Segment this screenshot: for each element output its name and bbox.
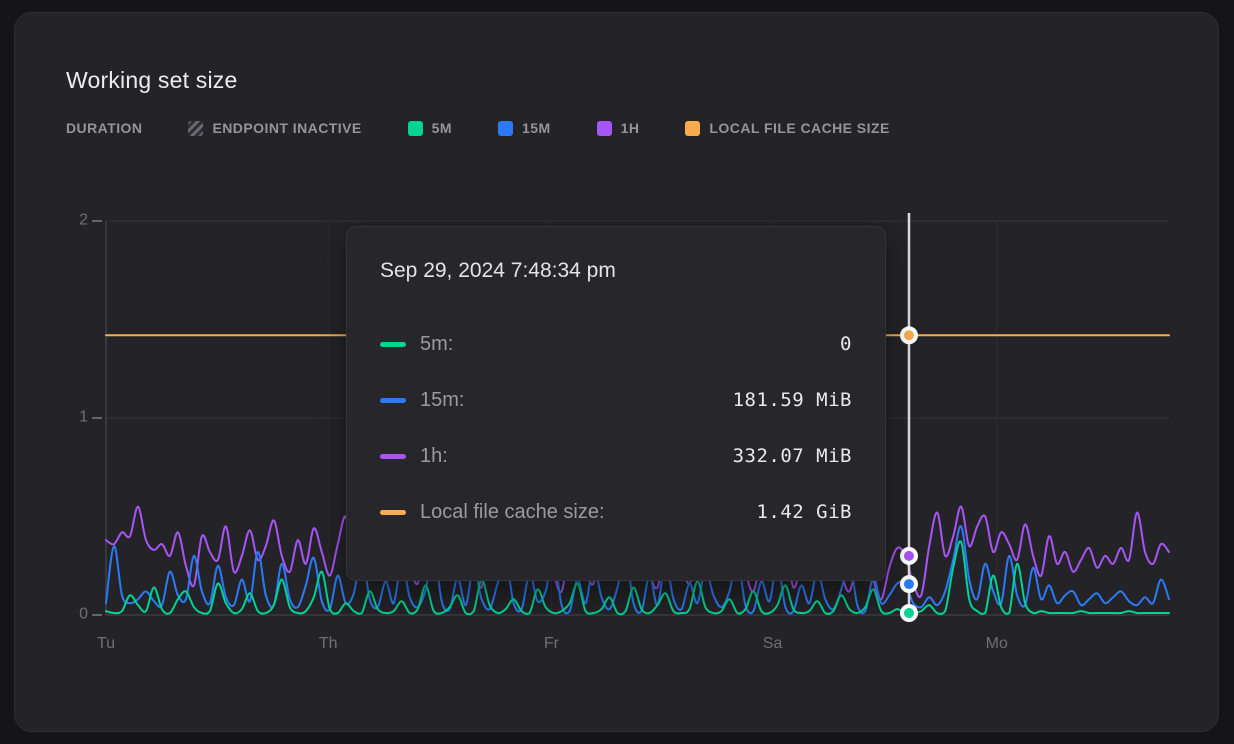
legend-item-label: 1H (621, 120, 640, 136)
tooltip-value: 1.42 GiB (756, 501, 852, 523)
y-axis-tick-label: 1 (58, 409, 88, 427)
tooltip-row-5m: 5m: 0 (380, 331, 852, 357)
tooltip-row-local-file-cache: Local file cache size: 1.42 GiB (380, 499, 852, 525)
15m-swatch-icon (498, 121, 513, 136)
chart-tooltip: Sep 29, 2024 7:48:34 pm 5m: 0 15m: 181.5… (346, 226, 886, 581)
tooltip-value: 0 (840, 333, 852, 355)
legend-item-15m[interactable]: 15M (498, 120, 551, 136)
y-axis-tick-label: 2 (58, 212, 88, 230)
x-axis-tick-label: Th (319, 635, 338, 653)
x-axis-tick-label: Fr (544, 635, 559, 653)
chart-legend: DURATION ENDPOINT INACTIVE 5M 15M 1H LOC… (66, 120, 1218, 136)
5m-swatch-icon (408, 121, 423, 136)
legend-item-label: LOCAL FILE CACHE SIZE (709, 120, 889, 136)
1h-dash-icon (380, 454, 406, 459)
endpoint-inactive-hatched-icon (188, 121, 203, 136)
tooltip-value: 181.59 MiB (733, 389, 852, 411)
legend-duration-label: DURATION (66, 120, 142, 136)
local-file-cache-swatch-icon (685, 121, 700, 136)
x-axis-tick-label: Sa (763, 635, 783, 653)
tooltip-timestamp: Sep 29, 2024 7:48:34 pm (380, 257, 852, 285)
x-axis-tick-label: Tu (97, 635, 115, 653)
legend-item-local-file-cache-size[interactable]: LOCAL FILE CACHE SIZE (685, 120, 889, 136)
page-title: Working set size (66, 67, 1218, 94)
y-axis-tick-label: 0 (58, 606, 88, 624)
tooltip-row-15m: 15m: 181.59 MiB (380, 387, 852, 413)
tooltip-rows: 5m: 0 15m: 181.59 MiB 1h: 332.07 MiB Loc… (380, 331, 852, 525)
working-set-card: Working set size DURATION ENDPOINT INACT… (14, 12, 1219, 732)
tooltip-value: 332.07 MiB (733, 445, 852, 467)
5m-dash-icon (380, 342, 406, 347)
x-axis-tick-label: Mo (986, 635, 1008, 653)
legend-item-endpoint-inactive[interactable]: ENDPOINT INACTIVE (188, 120, 361, 136)
legend-item-label: 5M (432, 120, 452, 136)
legend-item-label: 15M (522, 120, 551, 136)
legend-item-label: ENDPOINT INACTIVE (212, 120, 361, 136)
legend-item-1h[interactable]: 1H (597, 120, 640, 136)
working-set-chart[interactable]: 2 1 0 Tu Th Fr Sa Mo Sep 29, 2024 7:48:3… (106, 221, 1169, 615)
15m-dash-icon (380, 398, 406, 403)
legend-item-5m[interactable]: 5M (408, 120, 452, 136)
local-file-cache-dash-icon (380, 510, 406, 515)
tooltip-row-1h: 1h: 332.07 MiB (380, 443, 852, 469)
1h-swatch-icon (597, 121, 612, 136)
